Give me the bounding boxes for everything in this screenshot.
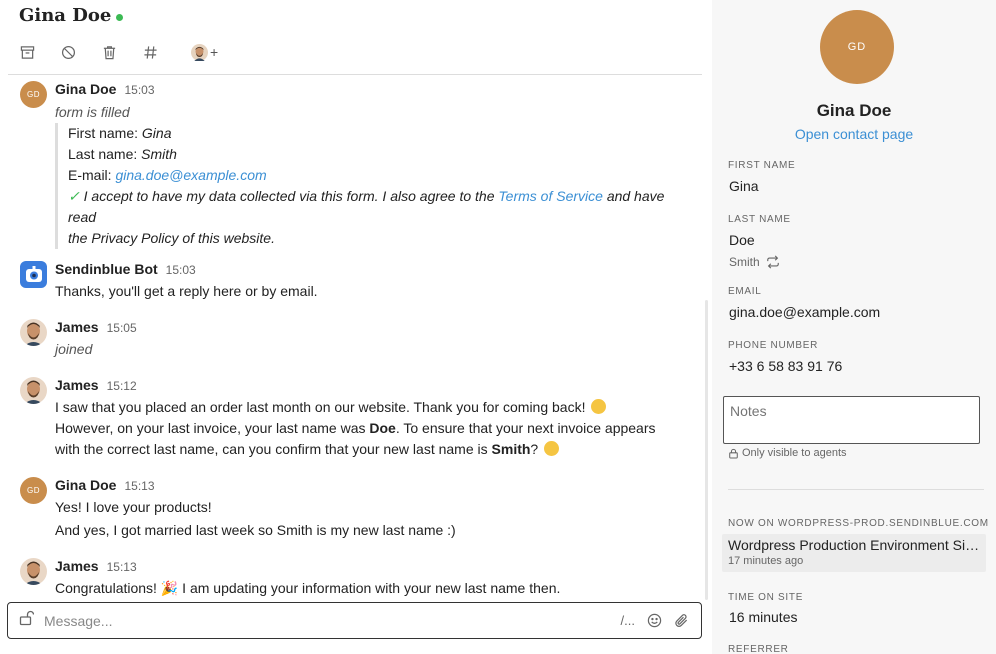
block-icon[interactable]	[60, 44, 76, 60]
hashtag-icon[interactable]	[142, 44, 158, 60]
contact-name: Gina Doe	[816, 101, 892, 120]
message-author: Gina Doe	[55, 477, 117, 493]
chat-title: Gina Doe	[19, 5, 124, 26]
message-time: 15:03	[165, 263, 196, 277]
time-on-site-label: TIME ON SITE	[728, 592, 804, 603]
contact-avatar: GD	[820, 10, 894, 84]
message-input[interactable]	[44, 612, 621, 629]
form-data-block: First name: Gina Last name: Smith E-mail…	[55, 123, 695, 249]
replace-icon	[766, 255, 779, 269]
message-author: Sendinblue Bot	[55, 261, 158, 277]
open-contact-link[interactable]: Open contact page	[712, 126, 996, 142]
last-name-label: LAST NAME	[728, 214, 791, 225]
message-text-bold: Smith	[491, 441, 531, 457]
message-text: However, on your last invoice, your last…	[55, 420, 656, 436]
message-scrollbar[interactable]	[705, 300, 708, 600]
check-icon: ✓	[68, 188, 80, 204]
message-author: James	[55, 377, 99, 393]
message-text-part: However, on your last invoice, your last…	[55, 420, 366, 436]
plus-icon: +	[210, 44, 219, 60]
message-text-part: . To ensure that your next invoice appea…	[395, 420, 656, 436]
message-text: And yes, I got married last week so Smit…	[55, 522, 456, 538]
trash-icon[interactable]	[101, 44, 117, 60]
message-time: 15:03	[124, 83, 155, 97]
suggestion-text: Smith	[729, 255, 760, 269]
current-page-box[interactable]: Wordpress Production Environment Sit... …	[722, 534, 986, 572]
bot-avatar-icon	[20, 261, 47, 288]
online-status-dot	[116, 14, 124, 21]
unlock-icon[interactable]	[18, 610, 35, 631]
avatar	[20, 377, 47, 404]
notes-input[interactable]	[723, 396, 980, 444]
contact-panel: GD Gina Doe Open contact page FIRST NAME…	[712, 0, 996, 654]
form-value: Smith	[141, 146, 177, 162]
email-value[interactable]: gina.doe@example.com	[729, 304, 880, 320]
message-text: Thanks, you'll get a reply here or by em…	[55, 283, 318, 299]
phone-value[interactable]: +33 6 58 83 91 76	[729, 358, 842, 374]
message-author: James	[55, 558, 99, 574]
last-name-value[interactable]: Doe	[729, 232, 755, 248]
message-author: Gina Doe	[55, 81, 117, 97]
add-agent-button[interactable]: +	[191, 43, 219, 61]
message-text-part: I saw that you placed an order last mont…	[55, 399, 586, 415]
message-text-part: I am updating your information with your…	[182, 580, 561, 596]
form-value: Gina	[141, 125, 172, 141]
time-on-site-value: 16 minutes	[729, 609, 798, 625]
consent-text: I accept to have my data collected via t…	[83, 188, 495, 204]
now-on-label: NOW ON WORDPRESS-PROD.SENDINBLUE.COM	[728, 518, 989, 529]
form-label: First name:	[68, 125, 139, 141]
terms-link[interactable]: Terms of Service	[498, 188, 603, 204]
message-text-part: ?	[530, 441, 539, 457]
referrer-label: REFERRER	[728, 644, 789, 654]
message-text-part: with the correct last name, can you conf…	[55, 441, 488, 457]
attachment-icon[interactable]	[674, 613, 689, 628]
message-text: I saw that you placed an order last mont…	[55, 399, 607, 415]
last-name-suggestion[interactable]: Smith	[729, 255, 780, 269]
message-composer: /...	[7, 602, 702, 639]
message-time: 15:13	[106, 560, 137, 574]
phone-label: PHONE NUMBER	[728, 340, 819, 351]
message-text: joined	[55, 341, 93, 357]
lock-icon	[729, 448, 738, 458]
message-text: form is filled	[55, 104, 130, 120]
message-text: with the correct last name, can you conf…	[55, 441, 560, 457]
avatar: GD	[20, 477, 47, 504]
chat-title-text: Gina Doe	[19, 5, 112, 26]
notes-hint: Only visible to agents	[728, 447, 847, 459]
first-name-value[interactable]: Gina	[729, 178, 759, 194]
party-emoji-icon: 🎉	[160, 580, 179, 596]
emoji-icon[interactable]	[647, 613, 662, 628]
avatar: GD	[20, 81, 47, 108]
current-page-title: Wordpress Production Environment Sit...	[728, 537, 980, 553]
email-link[interactable]: gina.doe@example.com	[115, 167, 266, 183]
email-label: EMAIL	[728, 286, 762, 297]
message-text-bold: Doe	[369, 420, 396, 436]
smile-emoji-icon	[591, 399, 607, 414]
message-text: Congratulations! 🎉 I am updating your in…	[55, 580, 560, 597]
panel-divider	[728, 489, 984, 490]
form-label: Last name:	[68, 146, 138, 162]
agent-avatar-icon	[191, 43, 208, 61]
message-time: 15:13	[124, 479, 155, 493]
smile-emoji-icon	[544, 441, 560, 456]
current-page-ago: 17 minutes ago	[728, 555, 804, 567]
first-name-label: FIRST NAME	[728, 160, 796, 171]
avatar	[20, 319, 47, 346]
chat-panel: Gina Doe + GD Gina Doe 15:03 form is fil…	[0, 0, 712, 654]
archive-icon[interactable]	[19, 44, 35, 60]
message-time: 15:12	[106, 379, 137, 393]
message-author: James	[55, 319, 99, 335]
form-label: E-mail:	[68, 167, 112, 183]
message-list: GD Gina Doe 15:03 form is filled First n…	[0, 75, 702, 600]
message-text-part: Congratulations!	[55, 580, 157, 596]
avatar	[20, 558, 47, 585]
message-text: Yes! I love your products!	[55, 499, 212, 515]
consent-text: the Privacy Policy of this website.	[68, 230, 275, 246]
chat-toolbar: +	[19, 42, 218, 62]
message-time: 15:05	[106, 321, 137, 335]
notes-hint-text: Only visible to agents	[742, 447, 847, 459]
shortcut-button[interactable]: /...	[621, 613, 635, 628]
